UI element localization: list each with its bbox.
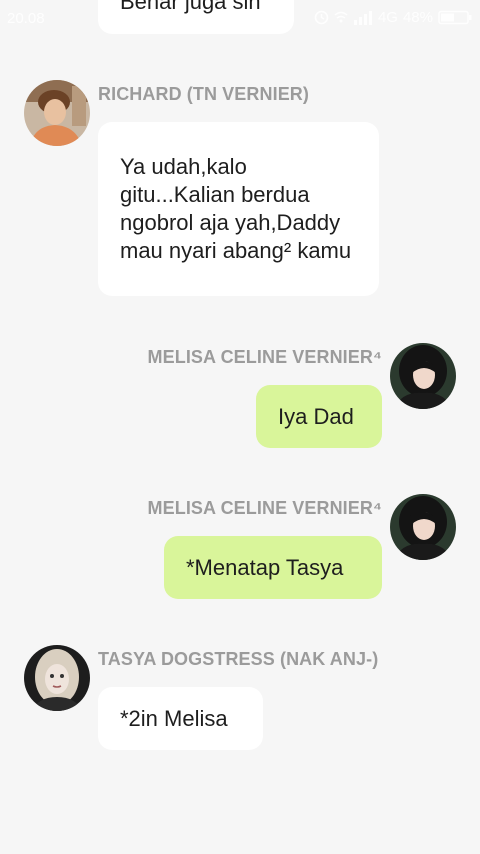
sender-name: MELISA CELINE VERNIER⁴ — [147, 347, 382, 367]
signal-icon — [353, 11, 372, 25]
message-bubble[interactable]: Ya udah,kalo gitu...Kalian berdua ngobro… — [98, 122, 379, 296]
message-bubble[interactable]: *Menatap Tasya — [164, 536, 382, 599]
alarm-icon — [314, 10, 329, 25]
sender-name: RICHARD (TN VERNIER) — [98, 84, 309, 104]
status-bar: 20.08 4G 48% — [0, 0, 480, 36]
avatar-melisa[interactable] — [390, 343, 456, 409]
message-text: *Menatap Tasya — [186, 554, 344, 580]
wifi-icon — [334, 11, 348, 23]
avatar-tasya[interactable] — [24, 645, 90, 711]
message-text: *2in Melisa — [120, 705, 228, 731]
status-icons: 4G 48% — [314, 9, 472, 26]
avatar-richard[interactable] — [24, 80, 90, 146]
status-time: 20.08 — [7, 10, 45, 27]
message-bubble[interactable]: Iya Dad — [256, 385, 382, 448]
sender-name: MELISA CELINE VERNIER⁴ — [147, 498, 382, 518]
message-text: Iya Dad — [278, 403, 354, 429]
avatar-melisa[interactable] — [390, 494, 456, 560]
battery-icon — [438, 10, 472, 25]
network-type: 4G — [377, 9, 398, 26]
sender-name: TASYA DOGSTRESS (NAK ANJ-) — [98, 649, 379, 669]
battery-percent: 48% — [402, 9, 433, 26]
message-bubble[interactable]: *2in Melisa — [98, 687, 263, 750]
message-text: Ya udah,kalo gitu...Kalian berdua ngobro… — [120, 154, 352, 263]
